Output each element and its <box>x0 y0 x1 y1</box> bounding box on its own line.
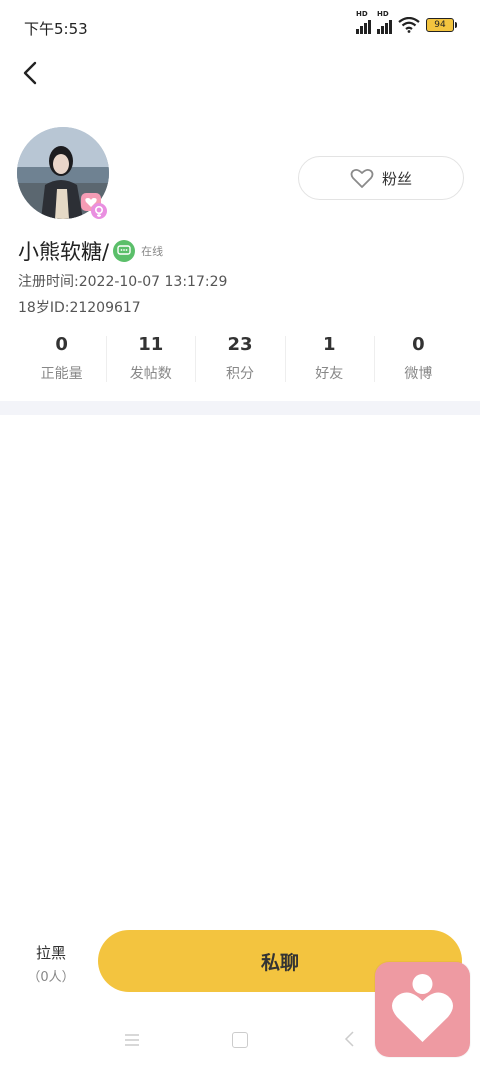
block-label: 拉黑 <box>35 944 66 962</box>
fans-label: 粉丝 <box>381 169 412 188</box>
username: 小熊软糖/ <box>18 240 110 264</box>
status-time: 下午5:53 <box>24 20 88 38</box>
stat-value: 11 <box>138 334 164 355</box>
stat-value: 0 <box>412 334 425 355</box>
stat-value: 23 <box>227 334 253 355</box>
block-button[interactable]: 拉黑 （0人） <box>24 942 78 985</box>
stat-weibo[interactable]: 0 微博 <box>373 330 463 386</box>
username-row: 小熊软糖/ 在线 <box>18 236 163 266</box>
user-id: 18岁ID:21209617 <box>18 300 141 316</box>
stat-value: 1 <box>322 334 336 355</box>
stat-label: 正能量 <box>40 366 83 382</box>
hd-label-2: HD <box>377 10 389 18</box>
stat-friends[interactable]: 1 好友 <box>284 330 374 386</box>
status-icons: HD HD 94 <box>356 10 457 34</box>
stat-label: 好友 <box>315 366 344 382</box>
signal-icon-2: HD <box>377 10 392 34</box>
stat-label: 微博 <box>404 366 433 382</box>
gender-badge-icon <box>81 193 107 219</box>
floating-app-shortcut[interactable] <box>375 962 470 1057</box>
block-count: （0人） <box>27 970 75 985</box>
battery-icon: 94 <box>426 18 457 32</box>
stats-bar: 0 正能量 11 发帖数 23 积分 1 好友 0 微博 <box>17 330 463 386</box>
heart-outline-icon <box>350 168 374 188</box>
back-arrow-icon <box>23 61 37 85</box>
hd-label: HD <box>356 10 368 18</box>
menu-icon[interactable] <box>124 1033 140 1047</box>
heart-app-icon <box>392 974 453 1042</box>
register-time: 注册时间:2022-10-07 13:17:29 <box>18 274 228 290</box>
chat-bubble-icon <box>113 240 136 262</box>
stat-label: 发帖数 <box>129 366 172 382</box>
stat-value: 0 <box>55 334 68 355</box>
online-status: 在线 <box>141 245 164 258</box>
stat-label: 积分 <box>226 366 254 382</box>
section-divider <box>0 401 480 415</box>
signal-icon: HD <box>356 10 371 34</box>
nav-back-icon[interactable] <box>343 1030 357 1048</box>
fans-button[interactable]: 粉丝 <box>298 156 464 200</box>
back-button[interactable] <box>16 56 48 90</box>
stat-points[interactable]: 23 积分 <box>195 330 284 386</box>
stat-positive-energy[interactable]: 0 正能量 <box>17 330 106 386</box>
stat-posts[interactable]: 11 发帖数 <box>106 330 195 386</box>
avatar-badge <box>80 192 108 220</box>
status-bar: 下午5:53 HD HD 94 <box>0 0 480 56</box>
wifi-icon <box>398 17 420 33</box>
home-icon[interactable] <box>232 1032 248 1048</box>
